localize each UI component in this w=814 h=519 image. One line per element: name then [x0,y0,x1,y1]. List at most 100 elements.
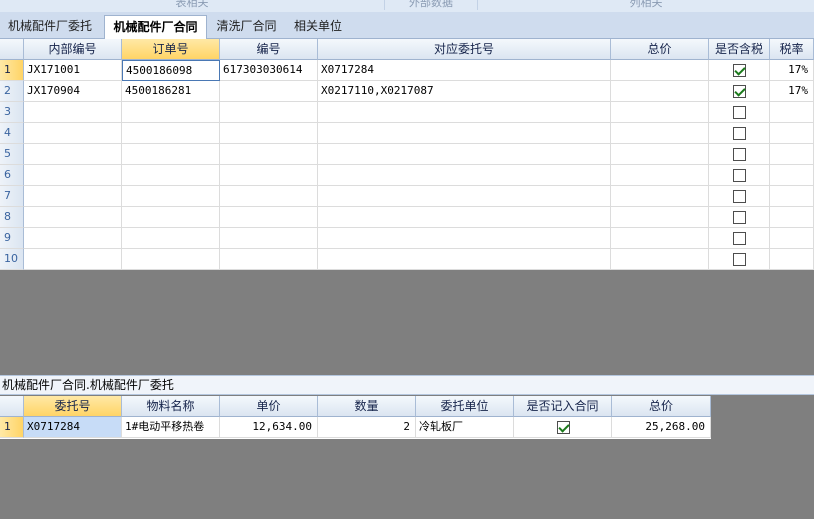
cell-internal-no[interactable] [24,186,122,207]
cell-order-no[interactable] [122,144,220,165]
cell-internal-no[interactable] [24,123,122,144]
cell-total[interactable] [611,81,709,102]
cell-internal-no[interactable]: JX171001 [24,60,122,81]
cell-tax-included[interactable] [709,165,770,186]
column-header-total[interactable]: 总价 [611,39,709,60]
cell-total[interactable] [611,102,709,123]
cell-tax-included[interactable] [709,249,770,270]
cell-code[interactable] [220,144,318,165]
checkbox-tax-included[interactable] [733,253,746,266]
cell-tax-included[interactable] [709,228,770,249]
cell-entrust-no[interactable] [318,186,611,207]
cell-tax-rate[interactable]: 17% [770,60,814,81]
cell-tax-rate[interactable] [770,144,814,165]
checkbox-tax-included[interactable] [733,232,746,245]
row-selector[interactable]: 1 [0,60,24,81]
cell-tax-included[interactable] [709,186,770,207]
cell-tax-included[interactable] [709,207,770,228]
cell-unit-price[interactable]: 12,634.00 [220,417,318,438]
row-selector[interactable]: 7 [0,186,24,207]
cell-quantity[interactable]: 2 [318,417,416,438]
row-selector[interactable]: 6 [0,165,24,186]
cell-internal-no[interactable]: JX170904 [24,81,122,102]
cell-total[interactable] [611,186,709,207]
checkbox-tax-included[interactable] [733,211,746,224]
column-header-in-contract[interactable]: 是否记入合同 [514,396,612,417]
tab-machinery-contract[interactable]: 机械配件厂合同 [104,15,207,39]
checkbox-tax-included[interactable] [733,85,746,98]
cell-in-contract[interactable] [514,417,612,438]
row-selector[interactable]: 4 [0,123,24,144]
row-selector[interactable]: 5 [0,144,24,165]
cell-entrust-no[interactable] [318,102,611,123]
cell-order-no[interactable] [122,186,220,207]
cell-total[interactable] [611,123,709,144]
cell-tax-included[interactable] [709,60,770,81]
checkbox-tax-included[interactable] [733,106,746,119]
cell-code[interactable]: 617303030614 [220,60,318,81]
row-selector[interactable]: 10 [0,249,24,270]
cell-order-no[interactable] [122,102,220,123]
cell-tax-rate[interactable] [770,249,814,270]
checkbox-tax-included[interactable] [733,64,746,77]
cell-entrust-no[interactable]: X0717284 [318,60,611,81]
column-header-entrust-no[interactable]: 委托号 [24,396,122,417]
cell-tax-rate[interactable] [770,165,814,186]
cell-tax-rate[interactable] [770,228,814,249]
cell-total[interactable]: 25,268.00 [612,417,711,438]
cell-total[interactable] [611,144,709,165]
checkbox-tax-included[interactable] [733,169,746,182]
cell-code[interactable] [220,123,318,144]
cell-entrust-no[interactable]: X0217110,X0217087 [318,81,611,102]
cell-code[interactable] [220,249,318,270]
cell-total[interactable] [611,249,709,270]
cell-tax-included[interactable] [709,123,770,144]
column-header-entrust-unit[interactable]: 委托单位 [416,396,514,417]
column-header-code[interactable]: 编号 [220,39,318,60]
column-header-unit-price[interactable]: 单价 [220,396,318,417]
cell-total[interactable] [611,207,709,228]
cell-entrust-no[interactable] [318,207,611,228]
cell-tax-rate[interactable] [770,123,814,144]
cell-entrust-no[interactable] [318,165,611,186]
cell-total[interactable] [611,60,709,81]
cell-code[interactable] [220,228,318,249]
cell-internal-no[interactable] [24,144,122,165]
cell-tax-rate[interactable] [770,102,814,123]
cell-entrust-no[interactable] [318,249,611,270]
cell-entrust-no[interactable] [318,123,611,144]
column-header-internal-no[interactable]: 内部编号 [24,39,122,60]
cell-internal-no[interactable] [24,102,122,123]
column-header-total[interactable]: 总价 [612,396,711,417]
grid-corner[interactable] [0,39,24,60]
cell-total[interactable] [611,165,709,186]
row-selector[interactable]: 1 [0,417,24,438]
cell-order-no[interactable] [122,207,220,228]
cell-internal-no[interactable] [24,249,122,270]
checkbox-tax-included[interactable] [733,127,746,140]
row-selector[interactable]: 3 [0,102,24,123]
grid-corner[interactable] [0,396,24,417]
column-header-entrust-no[interactable]: 对应委托号 [318,39,611,60]
checkbox-tax-included[interactable] [733,148,746,161]
tab-related-units[interactable]: 相关单位 [288,15,348,39]
column-header-quantity[interactable]: 数量 [318,396,416,417]
row-selector[interactable]: 2 [0,81,24,102]
cell-material-name[interactable]: 1#电动平移热卷 [122,417,220,438]
cell-tax-included[interactable] [709,144,770,165]
cell-internal-no[interactable] [24,228,122,249]
tab-machinery-entrust[interactable]: 机械配件厂委托 [2,15,98,39]
cell-code[interactable] [220,186,318,207]
cell-code[interactable] [220,207,318,228]
cell-order-no[interactable]: 4500186098 [122,60,220,81]
cell-tax-rate[interactable]: 17% [770,81,814,102]
cell-tax-included[interactable] [709,81,770,102]
cell-entrust-no[interactable] [318,228,611,249]
cell-internal-no[interactable] [24,207,122,228]
cell-code[interactable] [220,81,318,102]
column-header-tax-rate[interactable]: 税率 [770,39,814,60]
checkbox-in-contract[interactable] [556,421,570,434]
column-header-material-name[interactable]: 物料名称 [122,396,220,417]
tab-cleaning-contract[interactable]: 清洗厂合同 [211,15,282,39]
cell-order-no[interactable] [122,249,220,270]
